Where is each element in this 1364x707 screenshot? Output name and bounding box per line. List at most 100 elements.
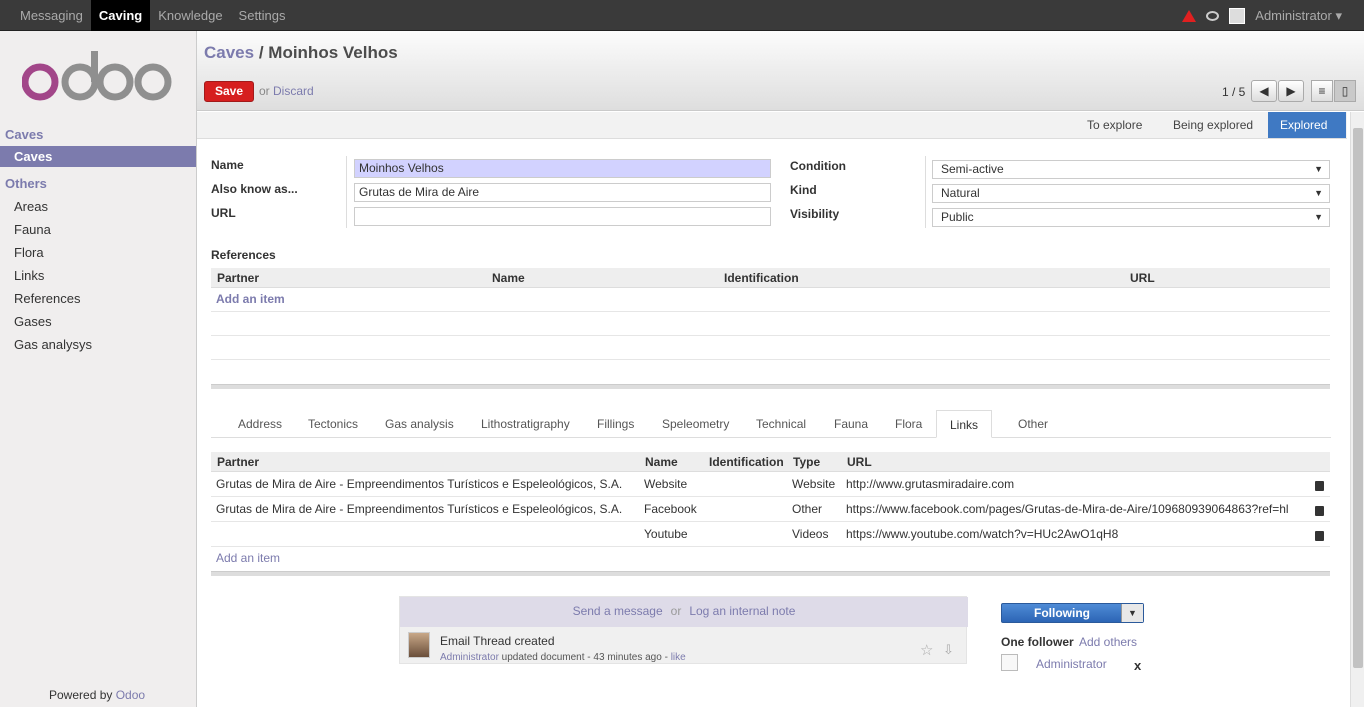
- tab-lithostratigraphy[interactable]: Lithostratigraphy: [468, 410, 583, 438]
- sidebar-item-gas-analysys[interactable]: Gas analysys: [0, 334, 196, 355]
- condition-select[interactable]: Semi-active ▼: [932, 160, 1330, 179]
- ref-col-partner[interactable]: Partner: [217, 271, 259, 285]
- tab-gas-analysis[interactable]: Gas analysis: [372, 410, 467, 438]
- menu-messaging[interactable]: Messaging: [12, 0, 91, 31]
- trash-icon[interactable]: [1315, 506, 1324, 516]
- link-type: Website: [792, 477, 836, 491]
- tab-fillings[interactable]: Fillings: [584, 410, 647, 438]
- save-button[interactable]: Save: [204, 81, 254, 102]
- message-author-link[interactable]: Administrator: [440, 652, 499, 663]
- prev-record-button[interactable]: ◀: [1251, 80, 1277, 102]
- link-name: Website: [644, 477, 688, 491]
- form-view-button[interactable]: ▯: [1334, 80, 1356, 102]
- user-avatar[interactable]: [1229, 7, 1246, 24]
- powered-by-text: Powered by: [49, 688, 113, 702]
- stage-explored[interactable]: Explored: [1268, 112, 1346, 138]
- sidebar-item-areas[interactable]: Areas: [0, 196, 196, 217]
- condition-value: Semi-active: [941, 162, 1004, 176]
- or-label: or: [670, 604, 682, 618]
- links-col-type[interactable]: Type: [793, 455, 820, 469]
- chatter-thread: Send a message or Log an internal note Ema…: [399, 596, 968, 664]
- sidebar-item-references[interactable]: References: [0, 288, 196, 309]
- tab-other[interactable]: Other: [1005, 410, 1061, 438]
- visibility-select[interactable]: Public ▼: [932, 208, 1330, 227]
- chat-icon[interactable]: [1206, 10, 1220, 21]
- odoo-logo[interactable]: [22, 49, 172, 109]
- ref-col-identification[interactable]: Identification: [724, 271, 799, 285]
- following-button[interactable]: Following ▼: [1001, 603, 1144, 623]
- next-record-button[interactable]: ▶: [1278, 80, 1304, 102]
- table-row[interactable]: Grutas de Mira de Aire - Empreendimentos…: [211, 497, 1330, 522]
- tab-technical[interactable]: Technical: [743, 410, 819, 438]
- star-icon[interactable]: ☆: [920, 641, 933, 659]
- ref-col-url[interactable]: URL: [1130, 271, 1155, 285]
- url-label: URL: [211, 206, 236, 220]
- name-field[interactable]: Moinhos Velhos: [354, 159, 771, 178]
- ref-col-name[interactable]: Name: [492, 271, 525, 285]
- sidebar-item-caves[interactable]: Caves: [0, 146, 196, 167]
- tab-flora[interactable]: Flora: [882, 410, 935, 438]
- powered-by: Powered by Odoo: [49, 688, 145, 702]
- log-note-link[interactable]: Log an internal note: [689, 604, 795, 618]
- references-add-item[interactable]: Add an item: [216, 292, 285, 306]
- chevron-down-icon[interactable]: ▼: [1121, 604, 1143, 622]
- aka-label: Also know as...: [211, 182, 298, 196]
- links-col-identification[interactable]: Identification: [709, 455, 784, 469]
- link-partner: Grutas de Mira de Aire - Empreendimentos…: [216, 502, 623, 516]
- breadcrumb-caves[interactable]: Caves: [204, 43, 254, 62]
- links-col-url[interactable]: URL: [847, 455, 872, 469]
- dropdown-arrow-icon: ▼: [1314, 212, 1323, 222]
- sidebar-item-fauna[interactable]: Fauna: [0, 219, 196, 240]
- warning-icon[interactable]: [1182, 9, 1197, 22]
- pager-value[interactable]: 1 / 5: [1222, 85, 1245, 99]
- dropdown-arrow-icon: ▼: [1314, 164, 1323, 174]
- tab-address[interactable]: Address: [225, 410, 295, 438]
- links-add-item[interactable]: Add an item: [216, 551, 280, 565]
- send-message-link[interactable]: Send a message: [573, 604, 663, 618]
- menu-knowledge[interactable]: Knowledge: [150, 0, 230, 31]
- remove-follower-icon[interactable]: x: [1134, 658, 1141, 673]
- table-row[interactable]: Grutas de Mira de Aire - Empreendimentos…: [211, 472, 1330, 497]
- breadcrumb-current: Moinhos Velhos: [268, 43, 398, 62]
- trash-icon[interactable]: [1315, 531, 1324, 541]
- follower-avatar: [1001, 654, 1018, 671]
- table-row[interactable]: Youtube Videos https://www.youtube.com/w…: [211, 522, 1330, 547]
- powered-by-link[interactable]: Odoo: [116, 688, 145, 702]
- links-col-partner[interactable]: Partner: [217, 455, 259, 469]
- message-meta: Administrator updated document - 43 minu…: [440, 652, 686, 663]
- table-footer: [211, 571, 1330, 576]
- sidebar-item-flora[interactable]: Flora: [0, 242, 196, 263]
- menu-caving[interactable]: Caving: [90, 0, 151, 31]
- view-header: Caves / Moinhos Velhos Save or Discard 1…: [197, 31, 1364, 111]
- link-url: https://www.facebook.com/pages/Grutas-de…: [846, 502, 1289, 516]
- tab-speleometry[interactable]: Speleometry: [649, 410, 742, 438]
- link-name: Facebook: [644, 502, 697, 516]
- tab-fauna[interactable]: Fauna: [821, 410, 881, 438]
- discard-button[interactable]: Discard: [273, 84, 314, 98]
- kind-select[interactable]: Natural ▼: [932, 184, 1330, 203]
- aka-field[interactable]: Grutas de Mira de Aire: [354, 183, 771, 202]
- scrollbar-thumb[interactable]: [1353, 128, 1363, 668]
- tab-tectonics[interactable]: Tectonics: [295, 410, 371, 438]
- follower-name[interactable]: Administrator: [1036, 657, 1107, 671]
- link-type: Videos: [792, 527, 829, 541]
- menu-settings[interactable]: Settings: [231, 0, 294, 31]
- download-icon[interactable]: ⇩: [943, 642, 954, 658]
- sidebar-item-gases[interactable]: Gases: [0, 311, 196, 332]
- visibility-label: Visibility: [790, 207, 840, 221]
- list-view-button[interactable]: ≡: [1311, 80, 1333, 102]
- tab-links[interactable]: Links: [936, 410, 993, 438]
- stage-to-explore[interactable]: To explore: [1075, 112, 1154, 138]
- url-field[interactable]: [354, 207, 771, 226]
- trash-icon[interactable]: [1315, 481, 1324, 491]
- stage-being-explored[interactable]: Being explored: [1161, 112, 1265, 138]
- user-menu[interactable]: Administrator ▾: [1255, 8, 1342, 24]
- breadcrumb-separator: /: [254, 43, 269, 62]
- table-row: [211, 312, 1330, 336]
- message-like-link[interactable]: like: [671, 652, 686, 663]
- vertical-scrollbar[interactable]: [1350, 112, 1364, 707]
- links-col-name[interactable]: Name: [645, 455, 678, 469]
- add-followers-link[interactable]: Add others: [1079, 635, 1137, 649]
- followers-count: One follower: [1001, 635, 1074, 649]
- sidebar-item-links[interactable]: Links: [0, 265, 196, 286]
